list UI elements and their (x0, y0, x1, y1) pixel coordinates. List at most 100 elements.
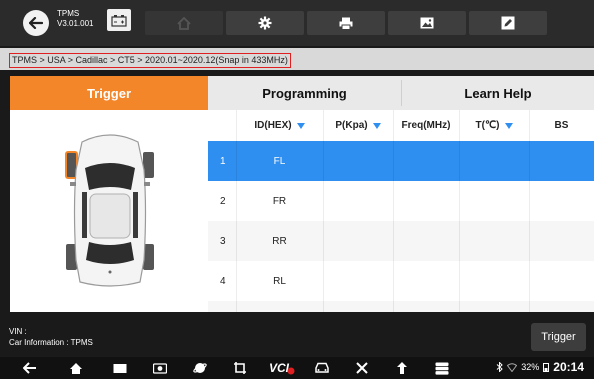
row-id: FL (273, 155, 286, 167)
trigger-button[interactable]: Trigger (531, 323, 586, 351)
row-freq (393, 261, 459, 301)
sensor-table: ID(HEX) P(Kpa) Freq(MHz) T(℃) BS 1 FL 2 … (208, 110, 594, 312)
vci-label: VCI (268, 361, 289, 375)
col-pressure-header[interactable]: P(Kpa) (323, 110, 393, 141)
app-version: V3.01.001 (57, 19, 94, 28)
nav-vehicle-button[interactable] (312, 359, 332, 377)
nav-upload-button[interactable] (392, 359, 412, 377)
col-bs-header: BS (554, 120, 569, 131)
tab-bar: Trigger Programming Learn Help (10, 76, 594, 110)
wifi-icon (507, 362, 518, 372)
row-temp (459, 181, 529, 221)
image-icon (420, 17, 434, 29)
back-arrow-icon (29, 17, 43, 29)
sort-desc-icon (296, 122, 305, 129)
browser-icon (193, 363, 207, 373)
tab-programming[interactable]: Programming (208, 76, 401, 110)
edit-button[interactable] (469, 11, 547, 35)
camera-icon (153, 363, 167, 374)
bluetooth-icon (496, 362, 504, 372)
row-bs (529, 141, 594, 181)
column-divider (236, 110, 237, 312)
top-toolbar: TPMS V3.01.001 (0, 0, 594, 46)
table-row[interactable]: 2 FR (208, 181, 594, 221)
clock: 20:14 (553, 360, 584, 374)
nav-recents-button[interactable] (110, 359, 130, 377)
edit-icon (501, 16, 515, 30)
battery-icon (543, 363, 550, 372)
vin-label: VIN : (9, 327, 27, 336)
row-freq (393, 141, 459, 181)
column-divider (459, 110, 460, 312)
col-freq-header: Freq(MHz) (393, 110, 459, 141)
home-icon (70, 362, 82, 374)
nav-browser-button[interactable] (190, 359, 210, 377)
tab-trigger[interactable]: Trigger (10, 76, 208, 110)
table-row[interactable]: 1 FL (208, 141, 594, 181)
nav-crop-button[interactable] (230, 359, 250, 377)
recents-icon (113, 363, 127, 373)
row-temp (459, 221, 529, 261)
row-temp (459, 261, 529, 301)
row-pressure (323, 261, 393, 301)
home-button[interactable] (145, 11, 223, 35)
column-divider (323, 110, 324, 312)
car-top-view-icon (65, 134, 154, 287)
table-row[interactable]: 4 RL (208, 261, 594, 301)
car-information: Car Information : TPMS (9, 338, 93, 347)
col-id-label: ID(HEX) (254, 120, 292, 131)
gear-icon (258, 16, 272, 30)
table-header: ID(HEX) P(Kpa) Freq(MHz) T(℃) BS (208, 110, 594, 141)
home-icon (177, 16, 191, 30)
row-freq (393, 181, 459, 221)
battery-percent: 32% (521, 362, 540, 372)
row-pressure (323, 181, 393, 221)
breadcrumb: TPMS > USA > Cadillac > CT5 > 2020.01~20… (9, 53, 291, 68)
system-nav-bar: VCI 32% 20:14 (0, 357, 594, 379)
row-id: FR (272, 195, 287, 207)
settings-button[interactable] (226, 11, 304, 35)
col-pressure-label: P(Kpa) (335, 120, 368, 131)
col-no-header (208, 110, 236, 141)
row-bs (529, 181, 594, 221)
tab-learn-help[interactable]: Learn Help (402, 76, 594, 110)
sort-desc-icon (504, 122, 513, 129)
vci-status-icon (287, 367, 295, 375)
breadcrumb-bar: TPMS > USA > Cadillac > CT5 > 2020.01~20… (0, 48, 594, 70)
crop-icon (234, 362, 246, 374)
row-number: 3 (220, 235, 226, 247)
table-filler (208, 301, 594, 312)
row-bs (529, 221, 594, 261)
back-button[interactable] (23, 10, 49, 36)
row-freq (393, 221, 459, 261)
row-id: RR (272, 235, 287, 247)
row-bs (529, 261, 594, 301)
tools-icon (356, 362, 368, 374)
car-diagram (10, 110, 208, 312)
row-number: 4 (220, 275, 226, 287)
upload-arrow-icon (397, 362, 407, 374)
nav-data-button[interactable] (432, 359, 452, 377)
row-number: 1 (220, 155, 226, 167)
battery-voltage-icon (107, 9, 131, 31)
nav-home-button[interactable] (66, 359, 86, 377)
nav-camera-button[interactable] (150, 359, 170, 377)
app-name: TPMS (57, 9, 80, 18)
row-temp (459, 141, 529, 181)
status-area: 32% 20:14 (496, 360, 584, 374)
table-row[interactable]: 3 RR (208, 221, 594, 261)
nav-tools-button[interactable] (352, 359, 372, 377)
printer-icon (339, 17, 353, 30)
nav-vci-button[interactable]: VCI (268, 359, 296, 377)
database-icon (435, 362, 449, 375)
col-temp-header[interactable]: T(℃) (459, 110, 529, 141)
nav-back-button[interactable] (20, 359, 40, 377)
print-button[interactable] (307, 11, 385, 35)
screenshot-button[interactable] (388, 11, 466, 35)
car-icon (315, 362, 329, 373)
col-freq-label: Freq(MHz) (401, 120, 451, 131)
col-id-header[interactable]: ID(HEX) (236, 110, 323, 141)
col-temp-label: T(℃) (475, 120, 500, 131)
back-arrow-icon (23, 362, 36, 374)
row-number: 2 (220, 195, 226, 207)
